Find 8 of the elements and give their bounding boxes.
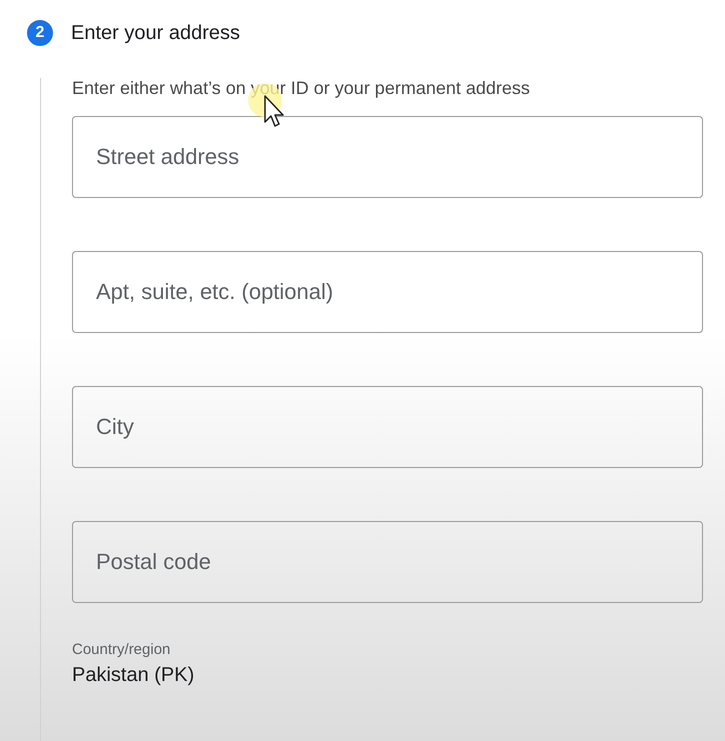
country-label: Country/region: [72, 641, 172, 658]
input-field[interactable]: Street address: [72, 116, 703, 198]
input-field[interactable]: Apt, suite, etc. (optional): [72, 251, 703, 333]
input-field[interactable]: City: [72, 386, 703, 468]
input-field[interactable]: Postal code: [72, 521, 703, 603]
step-number: 2: [27, 20, 53, 46]
step-title: Enter your address: [71, 22, 240, 44]
country-value: Pakistan (PK): [72, 664, 196, 687]
